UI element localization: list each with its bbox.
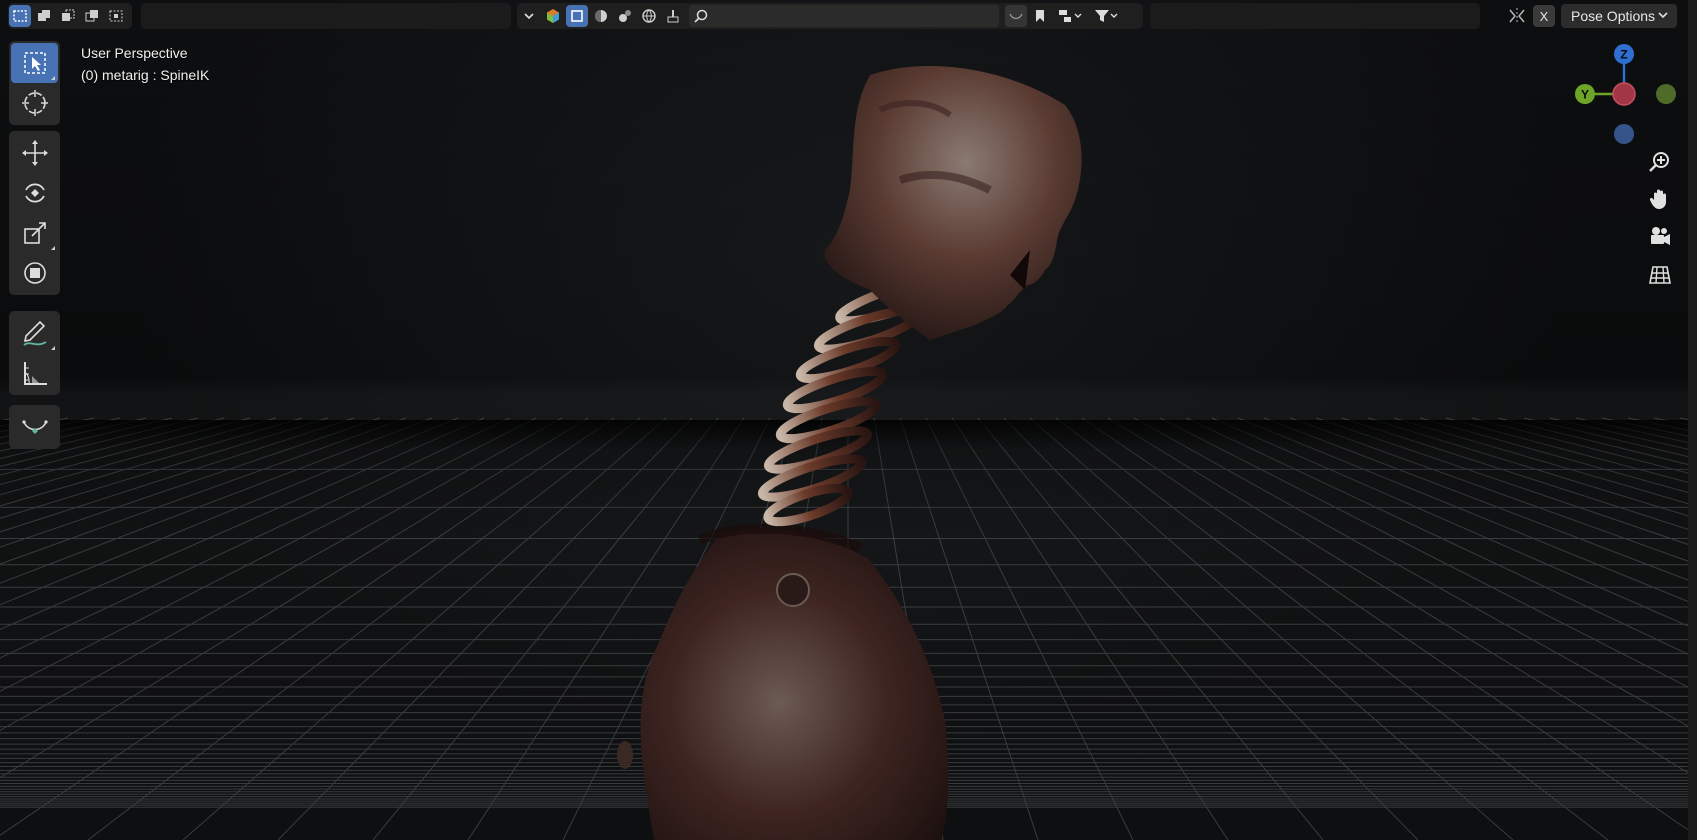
transform-tool[interactable] (11, 253, 58, 293)
search-input[interactable] (689, 5, 999, 27)
object-info: (0) metarig : SpineIK (81, 67, 210, 83)
move-tool[interactable] (11, 133, 58, 173)
pose-options-label: Pose Options (1571, 8, 1656, 24)
zoom-button[interactable] (1645, 147, 1675, 177)
region-edge (1688, 0, 1697, 840)
y-axis-label: Y (1581, 88, 1589, 102)
z-axis-label: Z (1620, 48, 1627, 62)
header-center-group (517, 3, 1143, 29)
hierarchy-icon[interactable] (1053, 5, 1087, 27)
move-icon (21, 140, 48, 166)
material-preview-icon[interactable] (614, 5, 636, 27)
chevron-down-icon[interactable] (518, 5, 540, 27)
chevron-down-icon (1658, 12, 1668, 19)
measure-tool[interactable] (11, 353, 58, 393)
view-name: User Perspective (81, 45, 188, 61)
viewport-gizmo-icon[interactable] (542, 5, 564, 27)
x-axis[interactable] (1612, 82, 1636, 106)
bookmark-icon[interactable] (1029, 5, 1051, 27)
scene-render (0, 66, 1697, 840)
transform-icon (23, 262, 46, 284)
intersect-icon[interactable] (105, 5, 127, 27)
header-spacer (141, 3, 511, 29)
wireframe-icon[interactable] (566, 5, 588, 27)
rotate-tool[interactable] (11, 173, 58, 213)
grid-icon (1649, 266, 1671, 284)
rotate-icon (24, 183, 45, 203)
viewport-header: X Pose Options (0, 0, 1697, 32)
rendered-icon[interactable] (638, 5, 660, 27)
brush-icon[interactable] (662, 5, 684, 27)
zoom-icon (1649, 152, 1669, 172)
toolbar-bone-group (9, 405, 60, 449)
neg-y-axis[interactable] (1656, 84, 1676, 104)
measure-icon (23, 362, 47, 385)
header-spacer-right (1150, 3, 1480, 29)
pose-options-dropdown[interactable]: Pose Options (1561, 4, 1677, 28)
search-icon (694, 9, 708, 23)
mirror-icon[interactable] (1507, 6, 1527, 26)
solid-icon[interactable] (590, 5, 612, 27)
viewport-info: User Perspective (0) metarig : SpineIK (81, 42, 209, 86)
extend-icon[interactable] (33, 5, 55, 27)
ortho-toggle-button[interactable] (1645, 260, 1675, 290)
toolbar-select-group (9, 41, 60, 125)
curve-icon[interactable] (1005, 5, 1027, 27)
3d-viewport[interactable] (0, 0, 1697, 840)
select-box-icon[interactable] (9, 5, 31, 27)
subtract-icon[interactable] (57, 5, 79, 27)
pan-button[interactable] (1645, 184, 1675, 214)
bone-curve-icon (21, 420, 48, 434)
cursor-icon (21, 90, 48, 116)
select-box-tool[interactable] (11, 43, 58, 83)
scale-tool[interactable] (11, 213, 58, 253)
neg-z-axis[interactable] (1614, 124, 1634, 144)
scale-icon (23, 222, 46, 244)
invert-icon[interactable] (81, 5, 103, 27)
annotate-icon (22, 320, 46, 346)
camera-view-button[interactable] (1645, 222, 1675, 252)
filter-icon[interactable] (1089, 5, 1123, 27)
select-box-icon (23, 52, 46, 74)
annotate-tool[interactable] (11, 313, 58, 353)
mirror-x-toggle[interactable]: X (1533, 5, 1555, 27)
navigation-gizmo[interactable]: Z Y (1568, 40, 1678, 150)
hand-icon (1649, 189, 1666, 209)
cursor-tool[interactable] (11, 83, 58, 123)
toolbar-annotate-group (9, 311, 60, 395)
bone-curve-tool[interactable] (11, 407, 58, 447)
camera-icon (1651, 227, 1670, 245)
toolbar-transform-group (9, 131, 60, 295)
selection-mode-group (8, 3, 132, 29)
